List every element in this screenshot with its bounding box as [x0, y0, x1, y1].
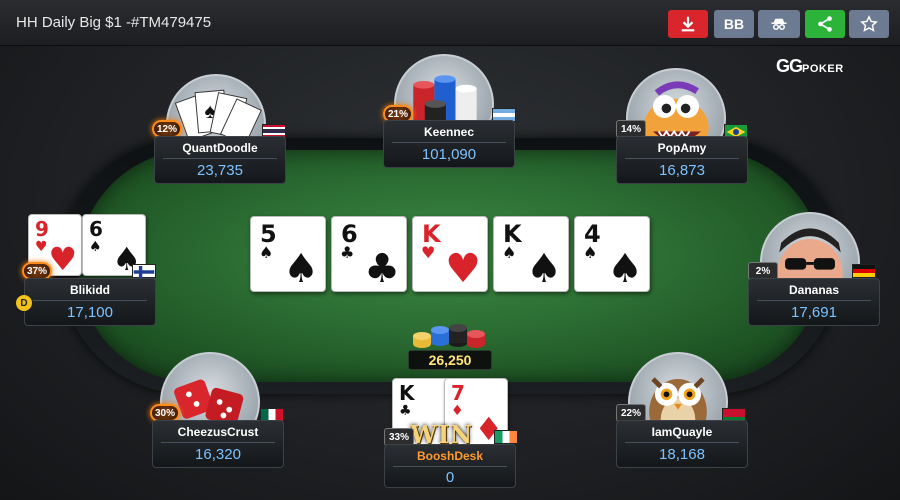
pot-chips-icon — [413, 324, 485, 348]
board-card-3: K ♥ ♥ — [412, 216, 488, 292]
poker-table-window: HH Daily Big $1 -#TM479475 BB GGPOKER 5 … — [0, 0, 900, 500]
player-name: Dananas — [788, 283, 840, 297]
window-title: HH Daily Big $1 -#TM479475 — [16, 14, 212, 31]
diamond-icon: ♦ — [451, 403, 464, 419]
card-suit-small: ♥ — [421, 243, 436, 262]
card-suit-small: ♠ — [502, 243, 517, 262]
player-stack: 101,090 — [421, 146, 477, 163]
player-name: BooshDesk — [416, 449, 484, 463]
dealer-button: D — [16, 295, 32, 311]
share-button[interactable] — [805, 10, 845, 38]
board-card-1: 5 ♠ ♠ — [250, 216, 326, 292]
player-stack: 0 — [445, 469, 455, 486]
board-card-5: 4 ♠ ♠ — [574, 216, 650, 292]
heart-icon: ♥ — [48, 240, 77, 278]
player-name: CheezusCrust — [177, 425, 259, 439]
player-stack: 17,691 — [791, 304, 837, 321]
player-stack: 23,735 — [197, 162, 243, 179]
spade-icon: ♠ — [607, 246, 643, 292]
seat-keennec[interactable]: Keennec 101,090 — [383, 120, 515, 168]
germany-flag-icon — [852, 264, 876, 278]
share-icon — [818, 16, 832, 32]
player-name: Blikidd — [69, 283, 110, 297]
player-stack: 18,168 — [659, 446, 705, 463]
title-bar: HH Daily Big $1 -#TM479475 BB — [0, 0, 900, 46]
heart-icon: ♥ — [445, 246, 481, 292]
download-icon — [681, 16, 695, 32]
finland-flag-icon — [132, 264, 156, 278]
club-icon: ♣ — [399, 403, 412, 419]
board-card-2: 6 ♣ ♣ — [331, 216, 407, 292]
star-icon — [860, 15, 878, 32]
bb-toggle-button[interactable]: BB — [714, 10, 754, 38]
spade-icon: ♠ — [526, 246, 562, 292]
club-icon: ♣ — [364, 246, 400, 292]
favorite-button[interactable] — [849, 10, 889, 38]
seat-iamquayle[interactable]: IamQuayle 18,168 — [616, 420, 748, 468]
seat-popamy[interactable]: PopAmy 16,873 — [616, 136, 748, 184]
player-name: PopAmy — [657, 141, 707, 155]
player-name: QuantDoodle — [182, 141, 258, 155]
seat-dananas[interactable]: Dananas 17,691 — [748, 278, 880, 326]
card-suit-small: ♣ — [340, 243, 355, 262]
seat-booshdesk[interactable]: BooshDesk 0 — [384, 444, 516, 488]
pot-amount: 26,250 — [408, 350, 492, 370]
seat-quantdoodle[interactable]: QuantDoodle 23,735 — [154, 136, 286, 184]
card-suit-small: ♠ — [583, 243, 598, 262]
board-card-4: K ♠ ♠ — [493, 216, 569, 292]
seat-blikidd[interactable]: Blikidd 17,100 — [24, 278, 156, 326]
spade-icon: ♠ — [283, 246, 319, 292]
card-suit-small: ♠ — [259, 243, 274, 262]
seat-cheezuscrust[interactable]: CheezusCrust 16,320 — [152, 420, 284, 468]
player-name: Keennec — [423, 125, 475, 139]
download-button[interactable] — [668, 10, 708, 38]
ireland-flag-icon — [494, 430, 518, 444]
spy-icon — [771, 18, 787, 30]
ggpoker-logo: GGPOKER — [776, 56, 844, 76]
spy-mode-button[interactable] — [758, 10, 800, 38]
player-stack: 16,873 — [659, 162, 705, 179]
player-name: IamQuayle — [651, 425, 713, 439]
player-stack: 17,100 — [67, 304, 113, 321]
player-stack: 16,320 — [195, 446, 241, 463]
